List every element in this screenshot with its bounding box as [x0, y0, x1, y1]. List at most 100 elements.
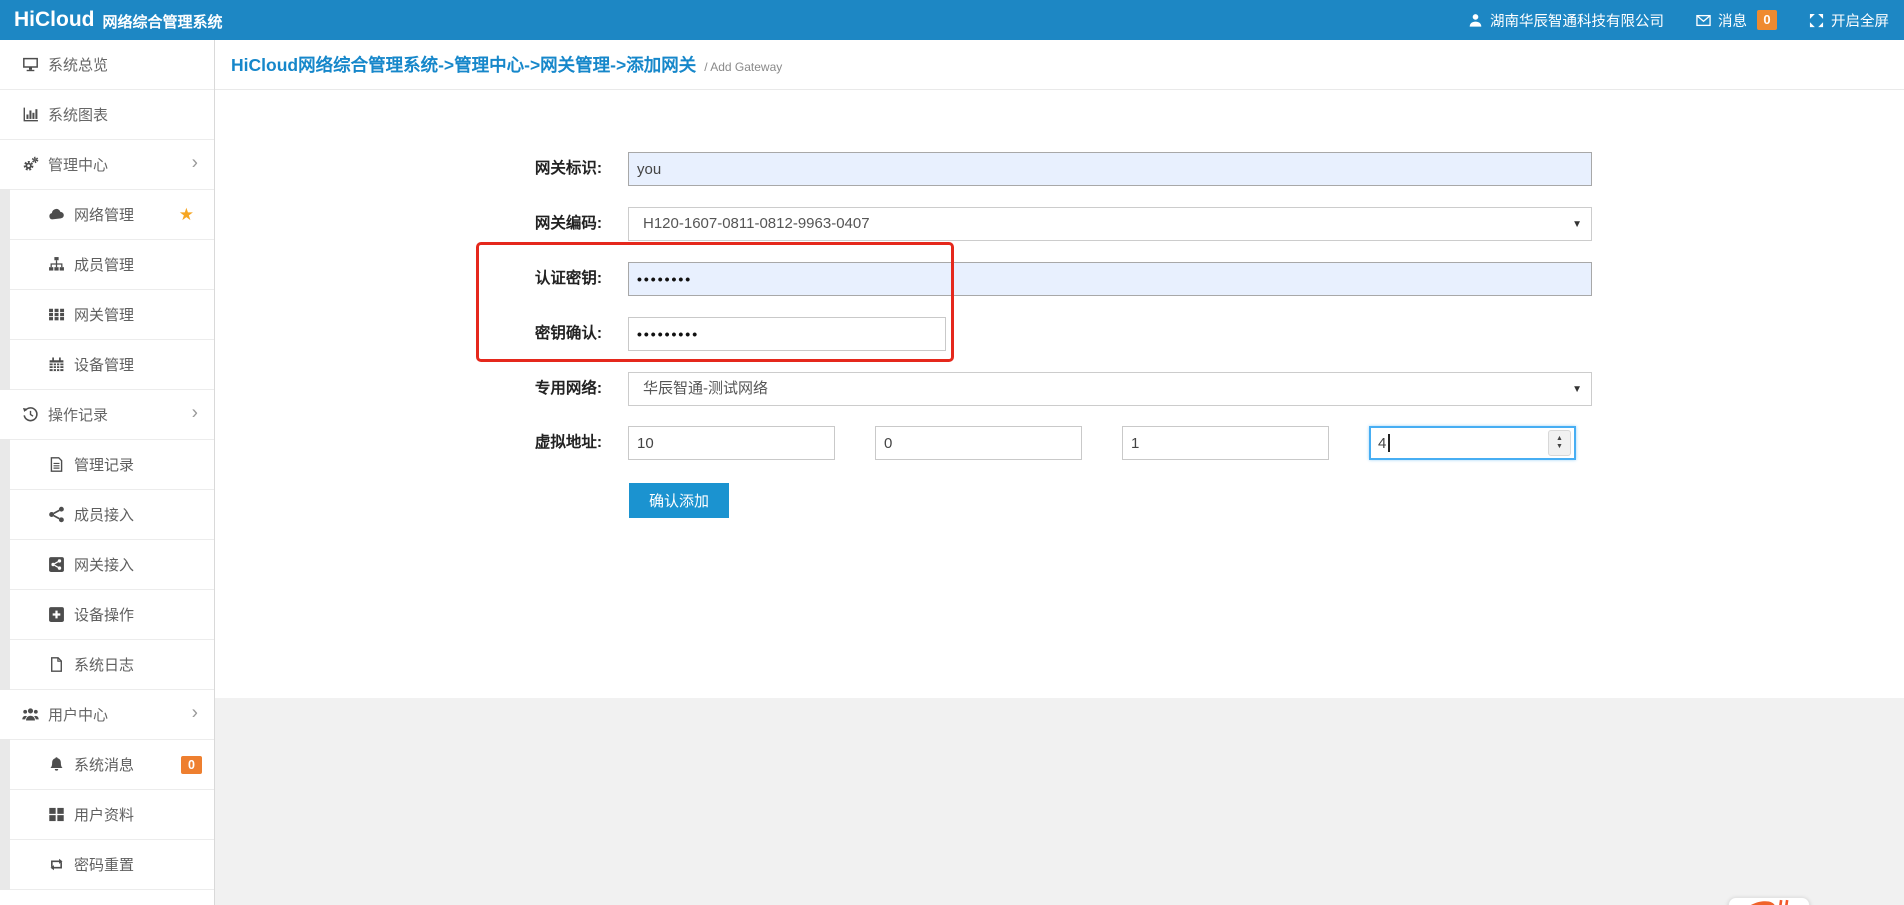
private-network-label: 专用网络: [430, 372, 602, 406]
file-text-icon [48, 456, 65, 473]
sidebar-item-label: 用户资料 [74, 804, 134, 825]
gateway-code-label: 网关编码: [430, 207, 602, 241]
sidebar-item[interactable]: 密码重置 [0, 840, 214, 890]
app-logo: HiCloud 网络综合管理系统 [0, 8, 223, 32]
sidebar-item-label: 系统总览 [48, 54, 108, 75]
sidebar-item-label: 网关管理 [74, 304, 134, 325]
auth-key-label: 认证密钥: [430, 262, 602, 296]
calendar-icon [48, 356, 65, 373]
key-confirm-input[interactable] [628, 317, 946, 351]
share-square-icon [48, 556, 65, 573]
auth-key-input[interactable] [628, 262, 1592, 296]
sidebar-item[interactable]: 管理记录 [0, 440, 214, 490]
sidebar-item[interactable]: 成员接入 [0, 490, 214, 540]
form-row-gateway-id: 网关标识: [215, 152, 1904, 186]
private-network-select[interactable]: 华辰智通-测试网络 ▼ [628, 372, 1592, 406]
envelope-icon [1696, 13, 1711, 28]
chevron-right-icon: › [192, 402, 198, 424]
gateway-id-label: 网关标识: [430, 152, 602, 186]
sidebar-item-label: 系统消息 [74, 754, 134, 775]
sidebar-item[interactable]: 管理中心 › [0, 140, 214, 190]
sidebar-item-label: 操作记录 [48, 404, 108, 425]
sidebar-item[interactable]: 系统总览 [0, 40, 214, 90]
private-network-value: 华辰智通-测试网络 [643, 380, 768, 397]
chevron-right-icon: › [192, 702, 198, 724]
cloud-icon [48, 206, 65, 223]
sidebar-item[interactable]: 成员管理 [0, 240, 214, 290]
plus-square-icon [48, 606, 65, 623]
file-icon [48, 656, 65, 673]
sidebar-item[interactable]: 设备管理 [0, 340, 214, 390]
form-row-auth-key: 认证密钥: [215, 262, 1904, 296]
virtual-address-octet-2[interactable] [875, 426, 1082, 460]
sidebar: 系统总览系统图表管理中心 › 网络管理 ★ 成员管理网关管理设备管理操作记录 › 管理记录成… [0, 40, 215, 905]
company-menu[interactable]: 湖南华辰智通科技有限公司 [1468, 10, 1664, 31]
virtual-address-octet-3[interactable] [1122, 426, 1329, 460]
gateway-id-input[interactable] [628, 152, 1592, 186]
gears-icon [22, 156, 39, 173]
logo-brand: HiCloud [14, 8, 94, 32]
sidebar-item-label: 成员管理 [74, 254, 134, 275]
user-icon [1468, 13, 1483, 28]
messages-count-badge: 0 [1757, 10, 1777, 30]
sidebar-item-label: 密码重置 [74, 854, 134, 875]
fullscreen-button[interactable]: 开启全屏 [1809, 10, 1889, 31]
sidebar-item[interactable]: 系统消息 0 [0, 740, 214, 790]
messages-label: 消息 [1718, 10, 1747, 31]
sidebar-item-label: 设备操作 [74, 604, 134, 625]
spinner-up-icon[interactable]: ▲ [1556, 435, 1563, 443]
users-icon [22, 706, 39, 723]
virtual-address-octet-4-wrap: ▲ ▼ [1369, 426, 1576, 460]
th-large-icon [48, 806, 65, 823]
sidebar-item[interactable]: 用户资料 [0, 790, 214, 840]
sidebar-item-label: 网络管理 [74, 204, 134, 225]
share-icon [48, 506, 65, 523]
breadcrumb-suffix: / Add Gateway [704, 56, 782, 74]
floating-widget[interactable] [1728, 897, 1810, 905]
sidebar-item[interactable]: 用户中心 › [0, 690, 214, 740]
sidebar-item-label: 用户中心 [48, 704, 108, 725]
fullscreen-label: 开启全屏 [1831, 10, 1889, 31]
sidebar-item-label: 网关接入 [74, 554, 134, 575]
form-row-virtual-address: 虚拟地址: ▲ ▼ [215, 426, 1904, 460]
sidebar-item[interactable]: 设备操作 [0, 590, 214, 640]
virtual-address-octet-1[interactable] [628, 426, 835, 460]
sidebar-item[interactable]: 操作记录 › [0, 390, 214, 440]
bell-icon [48, 756, 65, 773]
breadcrumb-path: HiCloud网络综合管理系统->管理中心->网关管理->添加网关 [231, 52, 696, 77]
widget-logo-icon [1729, 898, 1810, 905]
form-row-gateway-code: 网关编码: H120-1607-0811-0812-9963-0407 ▼ [215, 207, 1904, 241]
number-spinner[interactable]: ▲ ▼ [1548, 430, 1571, 456]
topbar: HiCloud 网络综合管理系统 湖南华辰智通科技有限公司 消息 0 开启全屏 [0, 0, 1904, 40]
sitemap-icon [48, 256, 65, 273]
fullscreen-icon [1809, 13, 1824, 28]
logo-suffix: 网络综合管理系统 [102, 9, 222, 32]
spinner-down-icon[interactable]: ▼ [1556, 443, 1563, 451]
sidebar-item-label: 系统图表 [48, 104, 108, 125]
sidebar-item[interactable]: 网络管理 ★ [0, 190, 214, 240]
virtual-address-label: 虚拟地址: [430, 426, 602, 460]
history-icon [22, 406, 39, 423]
sidebar-item[interactable]: 网关管理 [0, 290, 214, 340]
caret-down-icon: ▼ [1572, 373, 1582, 406]
sidebar-item-label: 设备管理 [74, 354, 134, 375]
virtual-address-octet-4[interactable] [1369, 426, 1576, 460]
messages-menu[interactable]: 消息 0 [1696, 10, 1777, 31]
gateway-code-value: H120-1607-0811-0812-9963-0407 [643, 215, 870, 232]
sidebar-item-label: 管理中心 [48, 154, 108, 175]
sidebar-item[interactable]: 网关接入 [0, 540, 214, 590]
gateway-code-select[interactable]: H120-1607-0811-0812-9963-0407 ▼ [628, 207, 1592, 241]
sidebar-item-label: 系统日志 [74, 654, 134, 675]
star-icon: ★ [179, 205, 194, 225]
main-content: HiCloud网络综合管理系统->管理中心->网关管理->添加网关 / Add … [215, 40, 1904, 905]
sidebar-badge: 0 [181, 756, 202, 774]
chevron-right-icon: › [192, 152, 198, 174]
chart-icon [22, 106, 39, 123]
sidebar-item-label: 管理记录 [74, 454, 134, 475]
key-confirm-label: 密钥确认: [430, 317, 602, 351]
sidebar-item[interactable]: 系统图表 [0, 90, 214, 140]
desktop-icon [22, 56, 39, 73]
page-background [215, 698, 1904, 905]
sidebar-item[interactable]: 系统日志 [0, 640, 214, 690]
confirm-add-button[interactable]: 确认添加 [629, 483, 729, 518]
